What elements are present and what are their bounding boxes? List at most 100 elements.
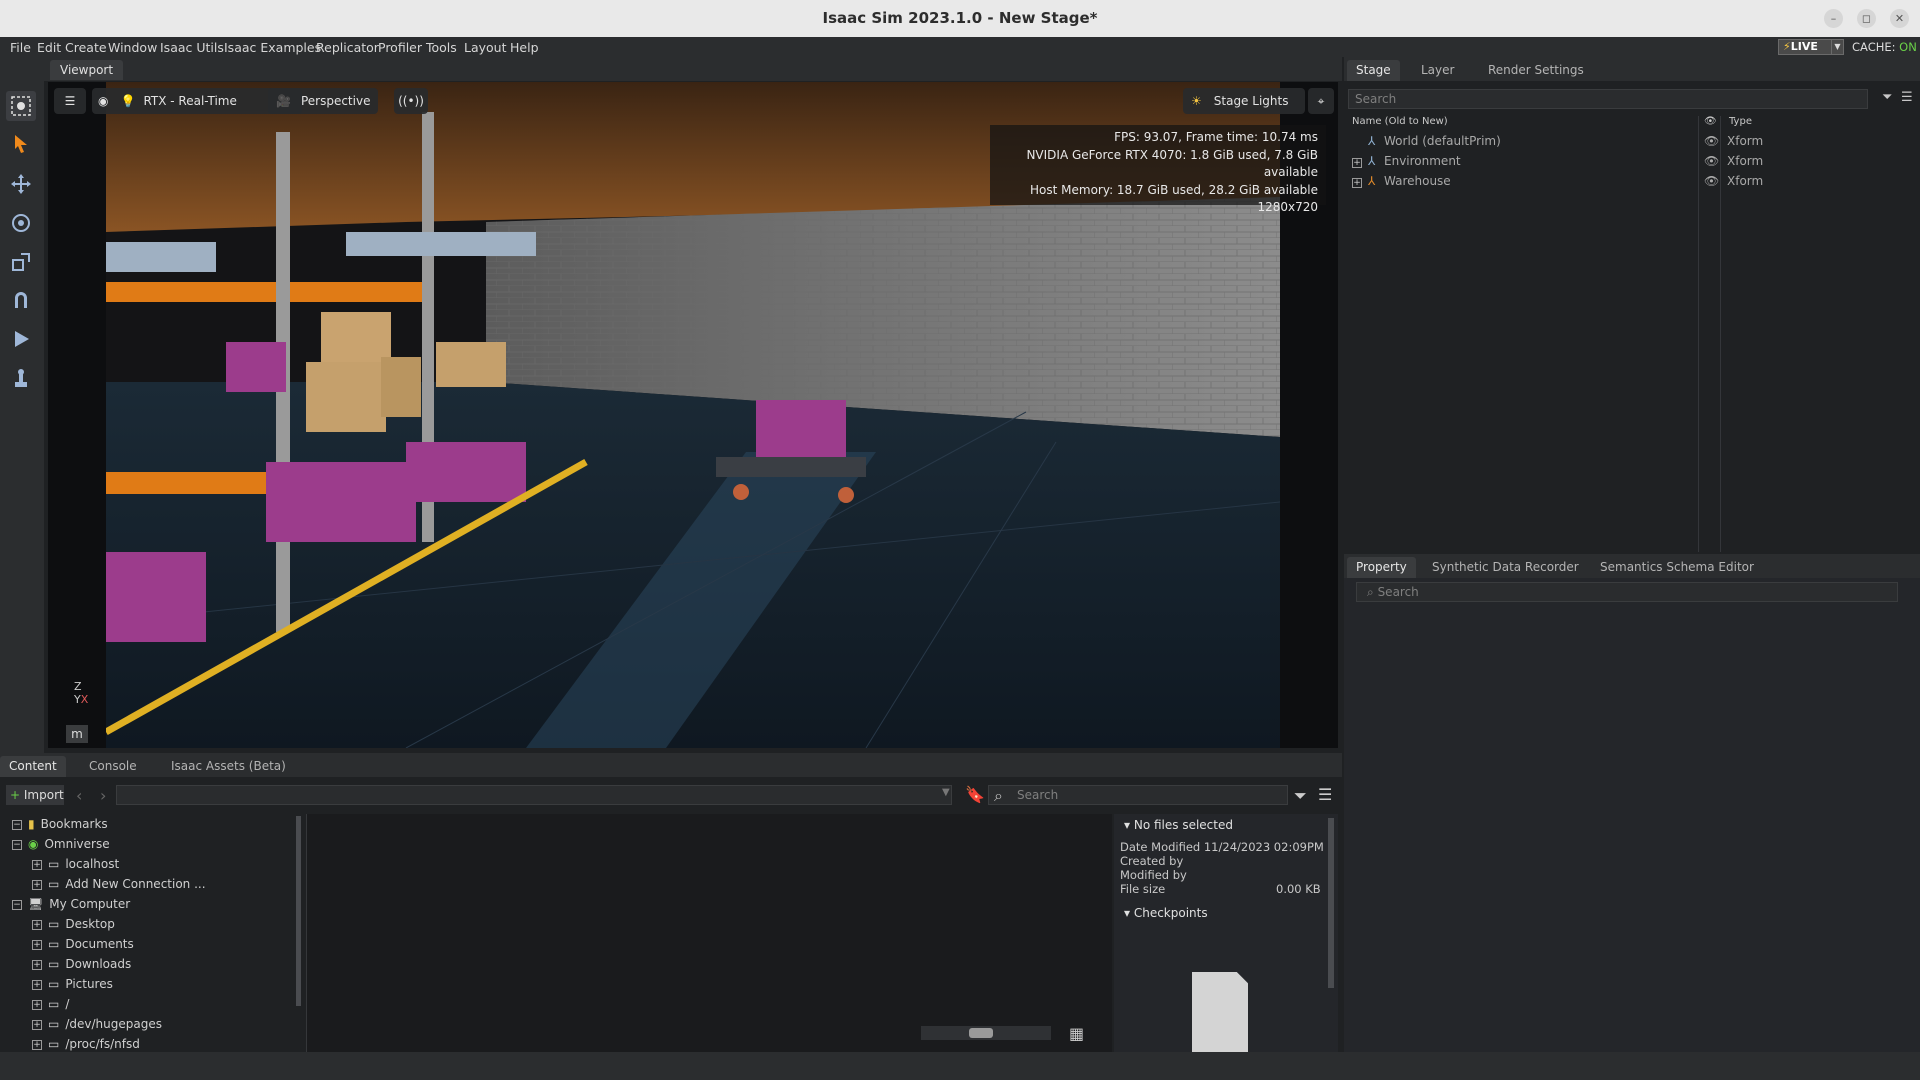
tree-item-omniverse[interactable]: − ◉ Omniverse [12,834,110,854]
forward-icon[interactable]: › [100,786,106,805]
tab-viewport[interactable]: Viewport [50,60,124,80]
tree-item-hugepages[interactable]: + ▭/dev/hugepages [32,1014,162,1034]
tree-item-add-connection[interactable]: + ▭ Add New Connection ... [32,874,206,894]
maximize-button[interactable]: ◻ [1857,9,1876,28]
drive-icon: ▭ [48,977,60,991]
column-type[interactable]: Type [1729,116,1752,127]
tree-item-localhost[interactable]: + ▭ localhost [32,854,119,874]
tree-item-my-computer[interactable]: − 🖥 My Computer [12,894,130,914]
expand-icon[interactable]: + [32,979,42,990]
play-icon [15,331,29,347]
scale-tool-button[interactable] [6,247,36,277]
prim-type: Xform [1727,134,1764,148]
tab-content[interactable]: Content [0,756,66,777]
file-browser-area[interactable]: ▦ [306,814,1112,1052]
expand-icon[interactable]: + [1352,158,1362,168]
options-menu-icon[interactable]: ☰ [1318,785,1332,804]
path-dropdown-icon[interactable]: ▼ [942,787,950,798]
tree-item-nfsd[interactable]: + ▭/proc/fs/nfsd [32,1034,140,1052]
content-search-input[interactable]: Search [988,785,1288,805]
expand-icon[interactable]: + [32,1019,42,1030]
collapse-icon[interactable]: − [12,819,22,830]
visibility-eye-icon[interactable]: 👁 [1704,154,1719,168]
units-label[interactable]: m [66,725,88,743]
menu-icon[interactable]: ☰ [1901,90,1913,105]
tab-semantics-schema-editor[interactable]: Semantics Schema Editor [1591,557,1763,578]
stage-search-input[interactable]: Search [1348,89,1868,109]
expand-icon[interactable]: + [32,999,42,1010]
tab-synthetic-data-recorder[interactable]: Synthetic Data Recorder [1423,557,1588,578]
expand-icon[interactable]: + [1352,178,1362,188]
location-button[interactable]: ⌖ [1308,88,1334,114]
audio-button[interactable]: ((•)) [394,88,428,114]
robot-tool-button[interactable] [6,363,36,393]
stage-row-environment[interactable]: + ⅄ Environment 👁 Xform [1348,154,1916,174]
camera-button[interactable]: 🎥 Perspective [268,88,378,114]
tab-render-settings[interactable]: Render Settings [1479,60,1593,81]
menu-help[interactable]: Help [510,40,539,55]
tree-scrollbar[interactable] [296,816,301,1006]
grid-view-icon[interactable]: ▦ [1069,1024,1084,1043]
tree-item-documents[interactable]: + ▭ Documents [32,934,134,954]
tree-item-downloads[interactable]: + ▭ Downloads [32,954,131,974]
tree-item-desktop[interactable]: + ▭ Desktop [32,914,115,934]
expand-icon[interactable]: + [32,959,42,970]
back-icon[interactable]: ‹ [76,786,82,805]
minimize-button[interactable]: – [1824,9,1843,28]
tab-console[interactable]: Console [80,756,146,777]
expand-icon[interactable]: + [32,859,42,870]
rotate-tool-button[interactable] [6,208,36,238]
menu-edit[interactable]: Edit [37,40,61,55]
visibility-eye-icon[interactable]: 👁 [1704,134,1719,148]
filter-icon[interactable]: ⏷ [1882,90,1892,105]
filter-icon[interactable]: ⏷ [1294,786,1307,806]
bookmark-icon[interactable]: 🔖 [965,785,985,804]
live-button[interactable]: ⚡LIVE [1778,39,1832,55]
close-button[interactable]: ✕ [1890,9,1909,28]
expand-icon[interactable]: + [32,1039,42,1050]
import-button[interactable]: + Import [6,785,64,805]
collapse-icon[interactable]: − [12,899,22,910]
tree-item-bookmarks[interactable]: − ▮ Bookmarks [12,814,108,834]
tab-property[interactable]: Property [1347,557,1416,578]
menu-bar: File Edit Create Window Isaac Utils Isaa… [0,37,1920,57]
zoom-slider-thumb[interactable] [969,1028,993,1038]
info-scrollbar[interactable] [1328,818,1334,988]
visibility-eye-icon[interactable]: 👁 [1704,174,1719,188]
menu-create[interactable]: Create [65,40,107,55]
stage-row-warehouse[interactable]: + ⅄ Warehouse 👁 Xform [1348,174,1916,194]
snap-tool-button[interactable] [6,285,36,315]
select-mode-button[interactable] [6,91,36,121]
move-tool-button[interactable] [6,169,36,199]
collapse-icon[interactable]: − [12,839,22,850]
menu-replicator[interactable]: Replicator [316,40,379,55]
stage-lights-button[interactable]: ☀ Stage Lights [1183,88,1305,114]
property-search-input[interactable]: ⌕ Search [1356,582,1898,602]
viewport[interactable]: ☰ ◉ 💡 RTX - Real-Time 🎥 Perspective ((•)… [48,82,1338,748]
menu-profiler[interactable]: Profiler [378,40,422,55]
menu-file[interactable]: File [10,40,31,55]
tree-item-root[interactable]: + ▭ / [32,994,69,1014]
play-button[interactable] [6,324,36,354]
menu-tools[interactable]: Tools [426,40,457,55]
expand-icon[interactable]: + [32,919,42,930]
viewport-settings-button[interactable]: ☰ [54,88,86,114]
tree-item-pictures[interactable]: + ▭ Pictures [32,974,113,994]
expand-icon[interactable]: + [32,879,42,890]
tab-isaac-assets[interactable]: Isaac Assets (Beta) [162,756,295,777]
info-header[interactable]: ▾ No files selected [1124,818,1233,832]
column-name[interactable]: Name (Old to New) [1352,116,1448,127]
menu-layout[interactable]: Layout [464,40,507,55]
tab-layer[interactable]: Layer [1412,60,1463,81]
menu-window[interactable]: Window [108,40,157,55]
path-input[interactable] [116,785,952,805]
menu-isaac-utils[interactable]: Isaac Utils [160,40,224,55]
live-dropdown-button[interactable]: ▼ [1831,39,1844,55]
zoom-slider[interactable] [921,1026,1051,1040]
stage-row-world[interactable]: ⅄ World (defaultPrim) 👁 Xform [1348,134,1916,154]
tab-stage[interactable]: Stage [1347,60,1400,81]
expand-icon[interactable]: + [32,939,42,950]
checkpoints-header[interactable]: ▾ Checkpoints [1124,906,1208,920]
menu-isaac-examples[interactable]: Isaac Examples [224,40,321,55]
select-tool-button[interactable] [6,129,36,159]
